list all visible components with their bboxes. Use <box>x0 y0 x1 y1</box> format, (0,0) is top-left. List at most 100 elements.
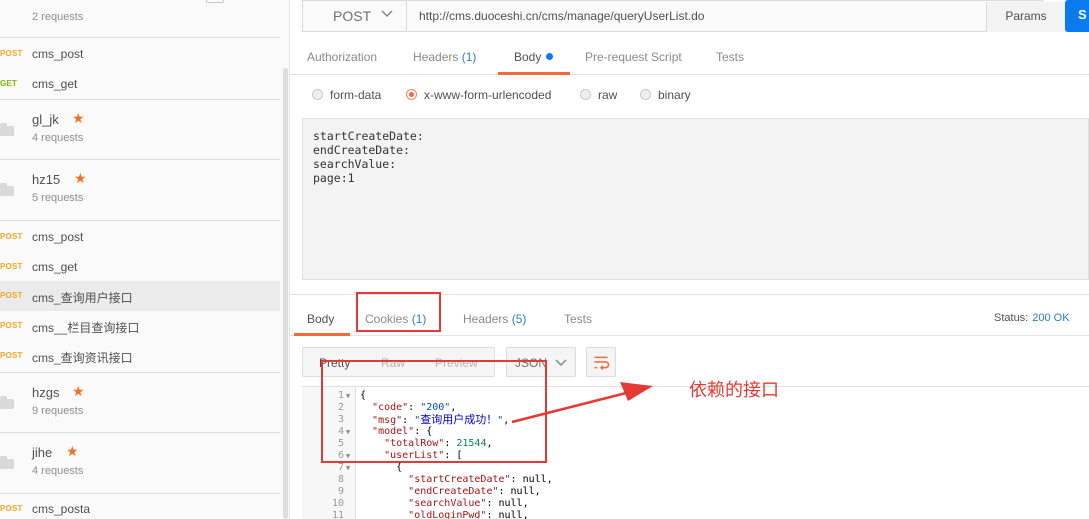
star-icon[interactable]: ★ <box>72 110 85 127</box>
code-line: "oldLoginPwd": null, <box>408 510 529 519</box>
collection-item[interactable]: hzgs ★ 9 requests <box>0 372 280 433</box>
body-editor[interactable]: startCreateDate: endCreateDate: searchVa… <box>302 118 1089 280</box>
folder-icon <box>0 123 14 136</box>
radio-icon <box>640 89 651 100</box>
request-item[interactable]: POST cms_post <box>0 222 280 252</box>
code-line: "startCreateDate": null, <box>408 474 553 485</box>
line-number: 11 <box>331 510 344 519</box>
code-line: "searchValue": null, <box>408 498 529 509</box>
tab-response-body[interactable]: Body <box>307 312 334 326</box>
method-label: POST <box>333 8 372 24</box>
annotation-box-response <box>321 360 547 463</box>
radio-label: form-data <box>330 88 382 102</box>
request-item[interactable]: GET cms_get <box>0 69 280 99</box>
annotation-box-cookies <box>356 292 441 332</box>
radio-label: binary <box>658 88 691 102</box>
radio-binary[interactable]: binary <box>640 88 691 102</box>
line-number: 10 <box>331 498 344 509</box>
params-button[interactable]: Params <box>986 2 1066 32</box>
request-item[interactable]: POST cms_posta <box>0 494 280 519</box>
status-value: 200 OK <box>1032 312 1070 324</box>
method-badge: POST <box>0 262 23 271</box>
method-badge: POST <box>0 232 23 241</box>
request-item[interactable]: POST cms_get <box>0 252 280 282</box>
tab-label: Body <box>514 50 542 64</box>
radio-icon <box>580 89 591 100</box>
request-item[interactable]: POST cms__栏目查询接口 <box>0 311 280 341</box>
request-name: cms_posta <box>32 502 91 516</box>
radio-form-data[interactable]: form-data <box>312 88 381 102</box>
editor-line: endCreateDate: <box>313 143 410 157</box>
tab-label: Headers <box>463 312 509 326</box>
editor-line: searchValue: <box>313 157 397 171</box>
editor-line: page:1 <box>313 171 355 185</box>
annotation-text: 依赖的接口 <box>689 380 779 401</box>
radio-x-www-form-urlencoded[interactable]: x-www-form-urlencoded <box>406 88 551 102</box>
tab-count: (1) <box>461 50 477 64</box>
request-name: cms_查询用户接口 <box>32 291 133 305</box>
chevron-down-icon <box>555 359 567 367</box>
status-label: Status: <box>994 312 1029 324</box>
method-badge: POST <box>0 291 23 300</box>
tab-headers[interactable]: Headers (1) <box>413 50 476 64</box>
url-input[interactable]: http://cms.duoceshi.cn/cms/manage/queryU… <box>419 9 704 23</box>
line-number: 7 <box>337 462 344 473</box>
tab-tests[interactable]: Tests <box>716 50 744 64</box>
tab-response-tests[interactable]: Tests <box>564 312 592 326</box>
tab-authorization[interactable]: Authorization <box>307 50 377 64</box>
collection-item[interactable]: hz15 ★ 5 requests <box>0 160 280 221</box>
modified-dot-icon <box>546 53 554 60</box>
wrap-lines-button[interactable] <box>586 347 616 377</box>
fold-icon[interactable]: ▼ <box>346 462 350 474</box>
star-icon[interactable]: ★ <box>72 383 85 400</box>
collection-name: jihe <box>32 445 53 460</box>
request-name: cms_查询资讯接口 <box>32 351 133 365</box>
method-badge: GET <box>0 79 18 88</box>
active-tab-indicator <box>294 333 350 336</box>
json-value: null <box>498 510 523 519</box>
radio-raw[interactable]: raw <box>580 88 617 102</box>
collection-name: hzgs <box>32 385 60 400</box>
request-tabs: Authorization Headers (1) Body Pre-reque… <box>290 42 1089 75</box>
method-badge: POST <box>0 49 23 58</box>
line-number: 8 <box>337 474 344 485</box>
collection-item[interactable]: jihe ★ 4 requests <box>0 433 280 494</box>
send-button[interactable]: S <box>1065 0 1089 32</box>
folder-icon <box>0 456 14 469</box>
collection-count: 4 requests <box>32 132 84 144</box>
method-badge: POST <box>0 351 23 360</box>
collection-count: 2 requests <box>32 11 84 23</box>
tab-body[interactable]: Body <box>514 50 554 64</box>
collection-name: hz15 <box>32 172 61 187</box>
request-item[interactable]: POST cms_post <box>0 39 280 69</box>
method-badge: POST <box>0 504 23 513</box>
json-key: "oldLoginPwd" <box>408 510 487 519</box>
star-icon[interactable]: ★ <box>66 443 79 460</box>
collection-item[interactable]: 2 requests <box>0 0 280 38</box>
collection-item[interactable]: gl_jk ★ 4 requests <box>0 99 280 160</box>
method-select[interactable]: POST <box>303 1 407 31</box>
line-number: 9 <box>337 486 344 497</box>
request-name: cms_get <box>32 77 78 91</box>
tab-prerequest-script[interactable]: Pre-request Script <box>585 50 682 64</box>
request-item-active[interactable]: POST cms_查询用户接口 <box>0 281 280 311</box>
tab-response-headers[interactable]: Headers (5) <box>463 312 526 326</box>
json-key: "startCreateDate" <box>408 474 511 485</box>
radio-label: x-www-form-urlencoded <box>424 88 552 102</box>
collection-count: 4 requests <box>32 465 84 477</box>
request-item[interactable]: POST cms_查询资讯接口 <box>0 341 280 371</box>
collections-sidebar: 2 requests POST cms_post GET cms_get gl_… <box>0 0 290 519</box>
folder-icon <box>0 183 14 196</box>
status-readout: Status: 200 OK <box>994 312 1070 324</box>
collection-name: gl_jk <box>32 112 59 127</box>
sidebar-scrollbar[interactable] <box>283 68 288 519</box>
collection-count: 9 requests <box>32 405 84 417</box>
code-line: "endCreateDate": null, <box>408 486 541 497</box>
json-value: null <box>522 474 547 485</box>
json-key: "searchValue" <box>408 498 487 509</box>
star-icon[interactable]: ★ <box>74 170 87 187</box>
radio-selected-icon <box>406 89 417 100</box>
request-name: cms__栏目查询接口 <box>32 321 140 335</box>
request-name: cms_post <box>32 47 84 61</box>
collection-count: 5 requests <box>32 192 84 204</box>
